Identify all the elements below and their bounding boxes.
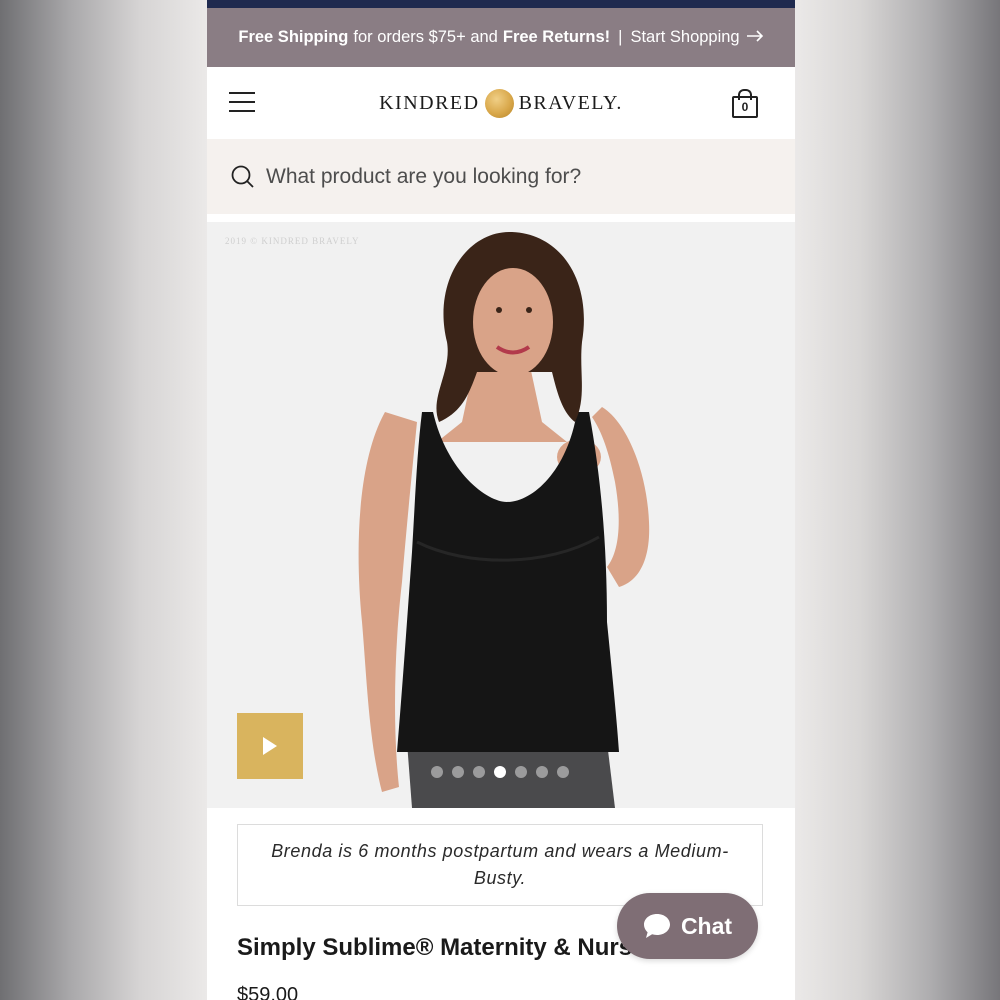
- hamburger-menu-icon[interactable]: [229, 92, 255, 112]
- carousel-dot[interactable]: [557, 766, 569, 778]
- play-icon: [263, 737, 277, 755]
- product-image-carousel[interactable]: 2019 © KINDRED BRAVELY: [207, 222, 795, 808]
- product-price: $59.00: [237, 984, 299, 1000]
- top-accent-bar: [207, 0, 795, 8]
- promo-free-returns: Free Returns!: [502, 28, 611, 46]
- logo-text-right: BRAVELY.: [518, 91, 623, 114]
- arrow-right-icon: [746, 28, 764, 47]
- cart-count: 0: [732, 96, 758, 118]
- product-title: Simply Sublime® Maternity & Nurs: [237, 934, 633, 961]
- search-bar: [207, 139, 795, 214]
- carousel-dot[interactable]: [515, 766, 527, 778]
- site-header: KINDRED BRAVELY. 0: [207, 67, 795, 139]
- start-shopping-label: Start Shopping: [630, 28, 740, 46]
- chat-label: Chat: [680, 912, 733, 939]
- start-shopping-link[interactable]: Start Shopping: [630, 28, 763, 47]
- carousel-dot[interactable]: [494, 766, 506, 778]
- play-video-button[interactable]: [237, 713, 303, 779]
- carousel-dot[interactable]: [536, 766, 548, 778]
- carousel-dot[interactable]: [431, 766, 443, 778]
- promo-orders-text: for orders $75+ and: [353, 28, 498, 46]
- promo-free-shipping: Free Shipping: [238, 28, 349, 46]
- brand-logo[interactable]: KINDRED BRAVELY.: [366, 87, 636, 119]
- search-input[interactable]: [266, 164, 746, 189]
- promo-banner[interactable]: Free Shipping for orders $75+ and Free R…: [207, 8, 795, 67]
- logo-text-left: KINDRED: [379, 91, 480, 114]
- carousel-dot[interactable]: [452, 766, 464, 778]
- logo-seal-icon: [484, 88, 514, 118]
- chat-bubble-icon: [643, 914, 670, 938]
- promo-separator: |: [618, 28, 623, 46]
- carousel-dots: [431, 766, 569, 778]
- search-icon[interactable]: [231, 165, 255, 189]
- carousel-dot[interactable]: [473, 766, 485, 778]
- cart-button[interactable]: 0: [731, 87, 759, 118]
- chat-button[interactable]: Chat: [617, 893, 758, 959]
- phone-screen: Free Shipping for orders $75+ and Free R…: [207, 0, 795, 1000]
